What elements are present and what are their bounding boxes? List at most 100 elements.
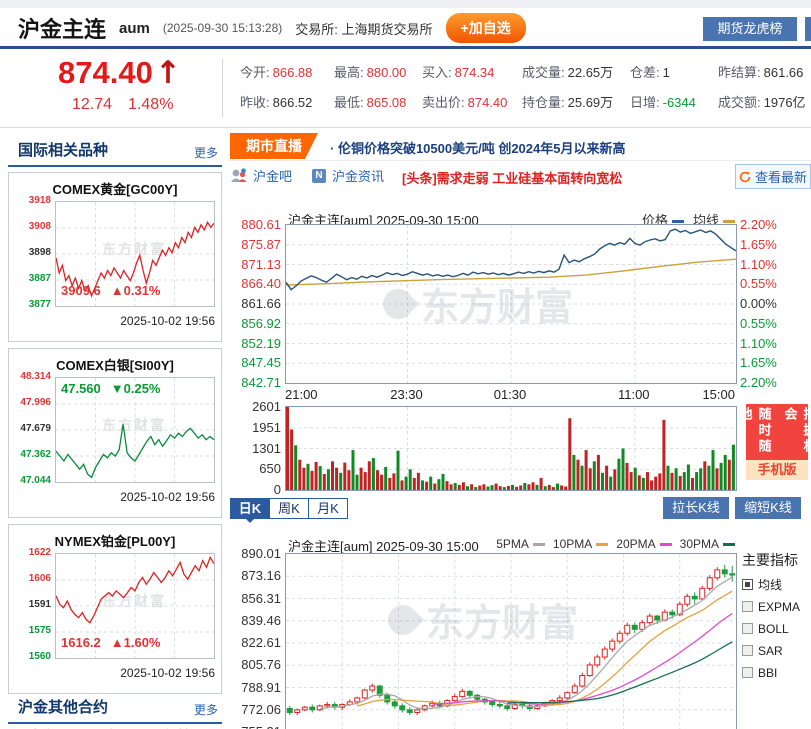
stat-今开: 今开:866.88 xyxy=(240,58,334,88)
indicator-BBI[interactable]: BBI xyxy=(742,665,810,680)
shrink-kline-button[interactable]: 缩短K线 xyxy=(735,497,801,519)
volume-tick: 1951 xyxy=(228,420,281,435)
kline-tick: 788.91 xyxy=(228,680,281,695)
mobile-version-link[interactable]: 手机版 xyxy=(746,460,808,480)
section-title: 沪金其他合约 xyxy=(18,699,108,716)
kline-zoom-buttons: 拉长K线 缩短K线 xyxy=(663,497,801,519)
mini-chart-value: 47.560▼0.25% xyxy=(61,381,161,396)
indicator-均线[interactable]: 均线 xyxy=(742,577,810,592)
percent-tick: 1.65% xyxy=(740,237,800,252)
stat-卖出价: 卖出价:874.40 xyxy=(422,88,522,118)
refresh-latest-button[interactable]: 查看最新 xyxy=(735,164,811,189)
stat-日增: 日增:-6344 xyxy=(630,88,718,118)
kline-tick: 822.61 xyxy=(228,635,281,650)
refresh-icon xyxy=(739,171,751,183)
mini-axis-label: 48.314 xyxy=(9,371,51,382)
stretch-kline-button[interactable]: 拉长K线 xyxy=(663,497,729,519)
tab-日K[interactable]: 日K xyxy=(230,498,270,519)
mini-chart-nymex-platinum[interactable]: NYMEX铂金[PL00Y] 东方财富 2025-10-02 19:56 162… xyxy=(8,524,222,694)
checkbox-icon[interactable] xyxy=(742,601,753,612)
percent-tick: 2.20% xyxy=(740,375,800,390)
mini-chart-comex-gold[interactable]: COMEX黄金[GC00Y] 东方财富 2025-10-02 19:56 391… xyxy=(8,172,222,342)
legend-item: 5PMA xyxy=(496,537,545,551)
forum-people-icon xyxy=(230,168,247,183)
sidebar-section-international: 国际相关品种 更多 xyxy=(8,137,222,167)
percent-tick: 1.10% xyxy=(740,257,800,272)
mobile-app-ad[interactable]: 随时随地 把握机会 手机版 xyxy=(746,404,808,480)
tab-月K[interactable]: 月K xyxy=(308,498,348,519)
kline-plot xyxy=(285,553,737,729)
mini-axis-label: 1560 xyxy=(9,651,51,662)
futures-ranking-button[interactable]: 期货龙虎榜 xyxy=(703,17,797,41)
kline-tick: 772.06 xyxy=(228,702,281,717)
price-tick: 861.66 xyxy=(228,296,281,311)
live-news-bar: 期市直播 · 伦铜价格突破10500美元/吨 创2024年5月以来新高 xyxy=(228,133,811,161)
checkbox-icon[interactable] xyxy=(742,667,753,678)
mini-chart-value: 3909.6▲0.31% xyxy=(61,283,161,298)
indicator-SAR[interactable]: SAR xyxy=(742,643,810,658)
volume-plot xyxy=(285,406,737,491)
mini-axis-label: 1606 xyxy=(9,573,51,584)
legend-item: 10PMA xyxy=(553,537,608,551)
stat-成交额: 成交额:1976亿 xyxy=(718,88,811,118)
mini-axis-label: 47.996 xyxy=(9,397,51,408)
quote-summary: 874.40↑ 12.74 1.48% 今开:866.88最高:880.00买入… xyxy=(0,49,811,128)
news-link[interactable]: 沪金资讯 xyxy=(332,166,384,185)
mini-chart-time: 2025-10-02 19:56 xyxy=(120,666,215,680)
headline-link[interactable]: [头条]需求走弱 工业硅基本面转向宽松 xyxy=(402,168,622,187)
indicator-EXPMA[interactable]: EXPMA xyxy=(742,599,810,614)
stat-买入: 买入:874.34 xyxy=(422,58,522,88)
change-percent: 1.48% xyxy=(128,96,173,114)
kline-period-tabs: 日K周K月K xyxy=(230,498,347,519)
stat-昨收: 昨收:866.52 xyxy=(240,88,334,118)
tab-周K[interactable]: 周K xyxy=(269,498,309,519)
volume-tick: 650 xyxy=(228,461,281,476)
stat-仓差: 仓差:1 xyxy=(630,58,718,88)
indicator-panel-title: 主要指标 xyxy=(742,550,810,570)
volume-tick: 2601 xyxy=(228,399,281,414)
kline-tick: 856.31 xyxy=(228,591,281,606)
kline-tick: 755.21 xyxy=(228,724,281,729)
price-tick: 871.13 xyxy=(228,257,281,272)
price-tick: 856.92 xyxy=(228,316,281,331)
mini-chart-value: 1616.2▲1.60% xyxy=(61,635,161,650)
legend-item: 30PMA xyxy=(680,537,735,551)
percent-tick: 0.00% xyxy=(740,296,800,311)
checkbox-icon[interactable] xyxy=(742,579,753,590)
sidebar: 国际相关品种 更多 COMEX黄金[GC00Y] 东方财富 2025-10-02… xyxy=(8,130,222,729)
price-tick: 880.61 xyxy=(228,217,281,232)
time-tick: 23:30 xyxy=(390,387,423,402)
main-content: 期市直播 · 伦铜价格突破10500美元/吨 创2024年5月以来新高 沪金吧 … xyxy=(228,130,811,729)
quote-stats-grid: 今开:866.88最高:880.00买入:874.34成交量:22.65万仓差:… xyxy=(240,58,811,118)
percent-tick: 0.55% xyxy=(740,276,800,291)
intraday-plot xyxy=(285,224,737,384)
kline-tick: 890.01 xyxy=(228,546,281,561)
checkbox-icon[interactable] xyxy=(742,623,753,634)
news-n-icon: N xyxy=(312,169,326,183)
more-link[interactable]: 更多 xyxy=(194,701,218,718)
percent-tick: 1.65% xyxy=(740,355,800,370)
time-tick: 11:00 xyxy=(618,387,650,402)
forum-link[interactable]: 沪金吧 xyxy=(253,166,292,185)
add-watchlist-button[interactable]: +加自选 xyxy=(446,13,526,43)
quote-timestamp: (2025-09-30 15:13:28) xyxy=(163,21,282,35)
more-link[interactable]: 更多 xyxy=(194,144,218,161)
stat-昨结算: 昨结算:861.66 xyxy=(718,58,811,88)
indicator-BOLL[interactable]: BOLL xyxy=(742,621,810,636)
news-headline-link[interactable]: · 伦铜价格突破10500美元/吨 创2024年5月以来新高 xyxy=(330,138,625,157)
last-price: 874.40↑ xyxy=(58,55,181,91)
sidebar-section-other-contracts: 沪金其他合约 更多 xyxy=(8,694,222,724)
header: 沪金主连 aum (2025-09-30 15:13:28) 交易所: 上海期货… xyxy=(18,10,526,46)
mini-axis-label: 47.044 xyxy=(9,475,51,486)
mini-chart-comex-silver[interactable]: COMEX白银[SI00Y] 东方财富 2025-10-02 19:56 48.… xyxy=(8,348,222,518)
price-tick: 842.71 xyxy=(228,375,281,390)
checkbox-icon[interactable] xyxy=(742,645,753,656)
live-badge[interactable]: 期市直播 xyxy=(230,133,318,159)
legend-item: 20PMA xyxy=(616,537,671,551)
partial-button[interactable] xyxy=(805,17,811,41)
page-title: 沪金主连 xyxy=(18,12,106,44)
percent-tick: 0.55% xyxy=(740,316,800,331)
mini-axis-label: 47.362 xyxy=(9,449,51,460)
mini-axis-label: 1575 xyxy=(9,625,51,636)
top-strip xyxy=(0,0,811,8)
